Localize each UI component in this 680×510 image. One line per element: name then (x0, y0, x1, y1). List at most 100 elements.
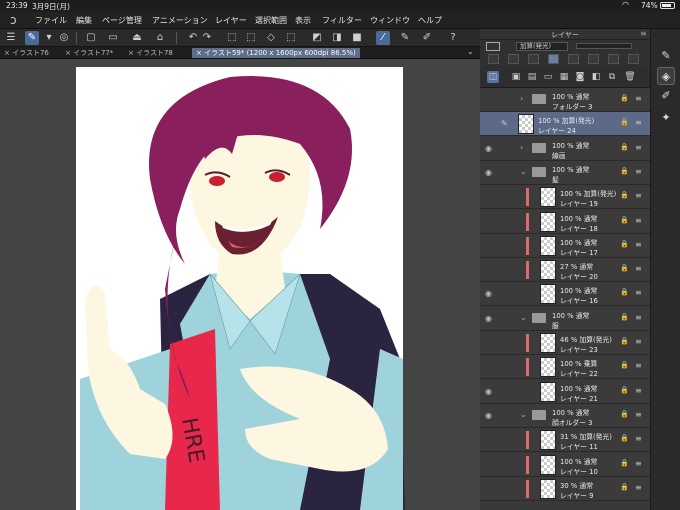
lock-icon[interactable]: 🔒 (620, 191, 629, 199)
new-mask-icon[interactable]: ◙ (574, 71, 586, 83)
chevron-down-icon[interactable]: ▾ (42, 31, 56, 45)
layer-palette-icon[interactable]: ◈ (657, 67, 675, 85)
chevron-down-icon[interactable]: ⌄ (467, 47, 474, 56)
transform-icon[interactable]: ⬚ (244, 31, 258, 45)
drag-handle-icon[interactable]: ≡ (635, 410, 642, 419)
layer-row[interactable]: ◉ 100 % 通常 レイヤー 16 🔒 ≡ (480, 282, 650, 307)
drag-handle-icon[interactable]: ≡ (635, 483, 642, 492)
menu-edit[interactable]: 編集 (76, 15, 92, 26)
layer-folder-row[interactable]: ◉ › 100 % 通常 線画 🔒 ≡ (480, 136, 650, 161)
layer-row[interactable]: 30 % 通常 レイヤー 9 🔒 ≡ (480, 476, 650, 501)
lock-icon[interactable]: 🔒 (620, 143, 629, 151)
layer-row[interactable]: 31 % 加算(発光) レイヤー 11 🔒 ≡ (480, 428, 650, 453)
delete-layer-icon[interactable]: 🗑 (624, 71, 636, 83)
lock-icon[interactable]: 🔒 (620, 313, 629, 321)
canvas-area[interactable]: HRE (0, 59, 480, 510)
eye-icon[interactable]: ◉ (485, 144, 495, 153)
drag-handle-icon[interactable]: ≡ (635, 94, 642, 103)
menu-view[interactable]: 表示 (295, 15, 311, 26)
layer-row[interactable]: 100 % 通常 レイヤー 17 🔒 ≡ (480, 233, 650, 258)
lock-icon[interactable]: 🔒 (620, 94, 629, 102)
lock-toggle[interactable] (548, 54, 559, 64)
chevron-down-icon[interactable]: ⌄ (520, 313, 527, 322)
open-folder-icon[interactable]: ▭ (106, 31, 120, 45)
undo-icon[interactable]: ↶ (186, 31, 200, 45)
new-file-icon[interactable]: ▢ (84, 31, 98, 45)
clip-toggle[interactable] (488, 54, 499, 64)
lock-icon[interactable]: 🔒 (620, 459, 629, 467)
eye-icon[interactable]: ◉ (485, 289, 495, 298)
layer-folder-row[interactable]: › 100 % 通常 フォルダー 3 🔒 ≡ (480, 88, 650, 112)
eye-icon[interactable]: ◉ (485, 168, 495, 177)
move-icon[interactable]: ⬚ (284, 31, 298, 45)
drag-handle-icon[interactable]: ≡ (635, 337, 642, 346)
menu-help[interactable]: ヘルプ (418, 15, 442, 26)
mask-icon[interactable]: ◨ (330, 31, 344, 45)
draft-toggle[interactable] (528, 54, 539, 64)
redo-icon[interactable]: ↷ (200, 31, 214, 45)
layer-row[interactable]: 100 % 通常 レイヤー 18 🔒 ≡ (480, 209, 650, 234)
layer-row[interactable]: 100 % 通常 レイヤー 10 🔒 ≡ (480, 452, 650, 477)
lock-icon[interactable]: 🔒 (620, 216, 629, 224)
layer-folder-row[interactable]: ◉ ⌄ 100 % 通常 顔オルダー 3 🔒 ≡ (480, 403, 650, 428)
layer-row[interactable]: ✎ 100 % 加算(発光) レイヤー 24 🔒 ≡ (480, 112, 650, 137)
ruler-show-toggle[interactable] (608, 54, 619, 64)
new-raster-layer-icon[interactable]: ▣ (510, 71, 522, 83)
new-vector-layer-icon[interactable]: ▤ (526, 71, 538, 83)
drag-handle-icon[interactable]: ≡ (635, 459, 642, 468)
selection-tool-icon[interactable]: ⬚ (225, 31, 239, 45)
drag-handle-icon[interactable]: ≡ (635, 313, 642, 322)
drag-handle-icon[interactable]: ≡ (635, 191, 642, 200)
tab-illust59[interactable]: × イラスト59* (1200 x 1600px 600dpi 86.5%) (192, 48, 360, 58)
lock-icon[interactable]: 🔒 (620, 434, 629, 442)
lock-icon[interactable]: 🔒 (620, 264, 629, 272)
menu-filter[interactable]: フィルター (322, 15, 362, 26)
lock-icon[interactable]: 🔒 (620, 240, 629, 248)
lock-icon[interactable]: 🔒 (620, 337, 629, 345)
ruler-snap-icon[interactable]: ⁄ (376, 31, 390, 45)
menu-selection[interactable]: 選択範囲 (255, 15, 287, 26)
drag-handle-icon[interactable]: ≡ (635, 143, 642, 152)
lasso-icon[interactable]: ◇ (264, 31, 278, 45)
blend-mode-select[interactable]: 加算(発光) (516, 42, 568, 51)
drag-handle-icon[interactable]: ≡ (635, 386, 642, 395)
eye-icon[interactable]: ◉ (485, 411, 495, 420)
eye-icon[interactable]: ◉ (485, 314, 495, 323)
drag-handle-icon[interactable]: ≡ (635, 216, 642, 225)
chevron-right-icon[interactable]: › (520, 94, 523, 103)
tab-illust77[interactable]: × イラスト77* (65, 48, 113, 58)
menu-layer[interactable]: レイヤー (215, 15, 247, 26)
hamburger-icon[interactable]: ☰ (4, 31, 18, 45)
layer-view-icon[interactable]: ◫ (487, 71, 499, 83)
reference-toggle[interactable] (508, 54, 519, 64)
copy-layer-icon[interactable]: ⧉ (606, 71, 618, 83)
menu-page[interactable]: ページ管理 (102, 15, 142, 26)
layer-folder-row[interactable]: ◉ ⌄ 100 % 通常服 🔒 ≡ (480, 306, 650, 331)
panel-menu-icon[interactable]: ≡ (640, 29, 647, 38)
layer-color-icon[interactable] (486, 42, 500, 51)
drag-handle-icon[interactable]: ≡ (635, 288, 642, 297)
help-icon[interactable]: ? (446, 31, 460, 45)
layer-row[interactable]: 46 % 加算(発光) レイヤー 23 🔒 ≡ (480, 331, 650, 355)
layer-row[interactable]: 27 % 通常 レイヤー 20 🔒 ≡ (480, 258, 650, 283)
layer-row[interactable]: ◉ 100 % 通常 レイヤー 21 🔒 ≡ (480, 379, 650, 404)
chevron-down-icon[interactable]: ⌄ (520, 167, 527, 176)
tab-illust76[interactable]: × イラスト76 (4, 48, 49, 58)
lock-icon[interactable]: 🔒 (620, 361, 629, 369)
fill-black-icon[interactable]: ■ (350, 31, 364, 45)
save-icon[interactable]: ⏏ (130, 31, 144, 45)
edit-mode-icon[interactable]: ✎ (25, 31, 39, 45)
new-fill-layer-icon[interactable]: ▦ (558, 71, 570, 83)
lock-icon[interactable]: 🔒 (620, 483, 629, 491)
chevron-right-icon[interactable]: › (520, 143, 523, 152)
palette-color-toggle[interactable] (628, 54, 639, 64)
mask-enable-toggle[interactable] (588, 54, 599, 64)
ruler-icon[interactable]: ✎ (398, 31, 412, 45)
illustration-canvas[interactable]: HRE (0, 59, 480, 510)
menu-file[interactable]: ファイル (35, 15, 67, 26)
lock-icon[interactable]: 🔒 (620, 118, 629, 126)
tab-illust78[interactable]: × イラスト78 (128, 48, 173, 58)
drag-handle-icon[interactable]: ≡ (635, 434, 642, 443)
lock-alpha-toggle[interactable] (568, 54, 579, 64)
drag-handle-icon[interactable]: ≡ (635, 264, 642, 273)
